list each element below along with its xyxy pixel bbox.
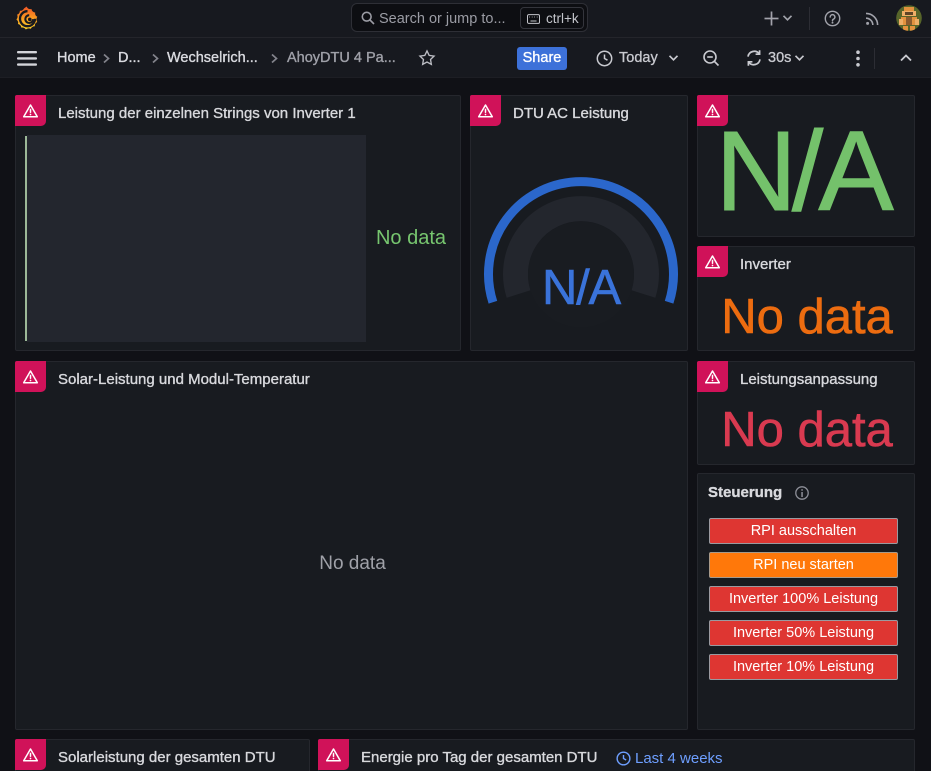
svg-text:N/A: N/A	[542, 261, 622, 315]
